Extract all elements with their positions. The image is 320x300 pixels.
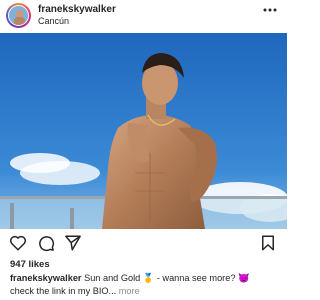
post-location[interactable]: Cancún — [38, 16, 69, 26]
post-header: franekskywalker Cancún — [0, 0, 287, 30]
caption-text: - wanna see more? — [154, 273, 239, 283]
bookmark-icon[interactable] — [259, 234, 277, 252]
action-bar — [0, 234, 287, 254]
avatar[interactable] — [6, 3, 31, 28]
likes-count[interactable]: 947 likes — [10, 259, 50, 270]
post-photo[interactable] — [0, 33, 287, 229]
caption-username[interactable]: franekskywalker — [10, 273, 82, 283]
comment-icon[interactable] — [37, 234, 55, 252]
send-icon[interactable] — [64, 234, 82, 252]
post-caption: franekskywalker Sun and Gold 🥇 - wanna s… — [10, 272, 280, 298]
medal-emoji: 🥇 — [142, 273, 155, 283]
caption-text: Sun and Gold — [81, 273, 143, 283]
caption-text-line2: check the link in my BIO... — [10, 286, 117, 296]
heart-icon[interactable] — [9, 234, 27, 252]
avatar-image — [8, 5, 29, 26]
devil-emoji: 😈 — [238, 273, 250, 283]
post-username[interactable]: franekskywalker — [38, 4, 116, 15]
more-link[interactable]: more — [119, 286, 140, 296]
ellipsis-icon[interactable] — [262, 2, 278, 18]
